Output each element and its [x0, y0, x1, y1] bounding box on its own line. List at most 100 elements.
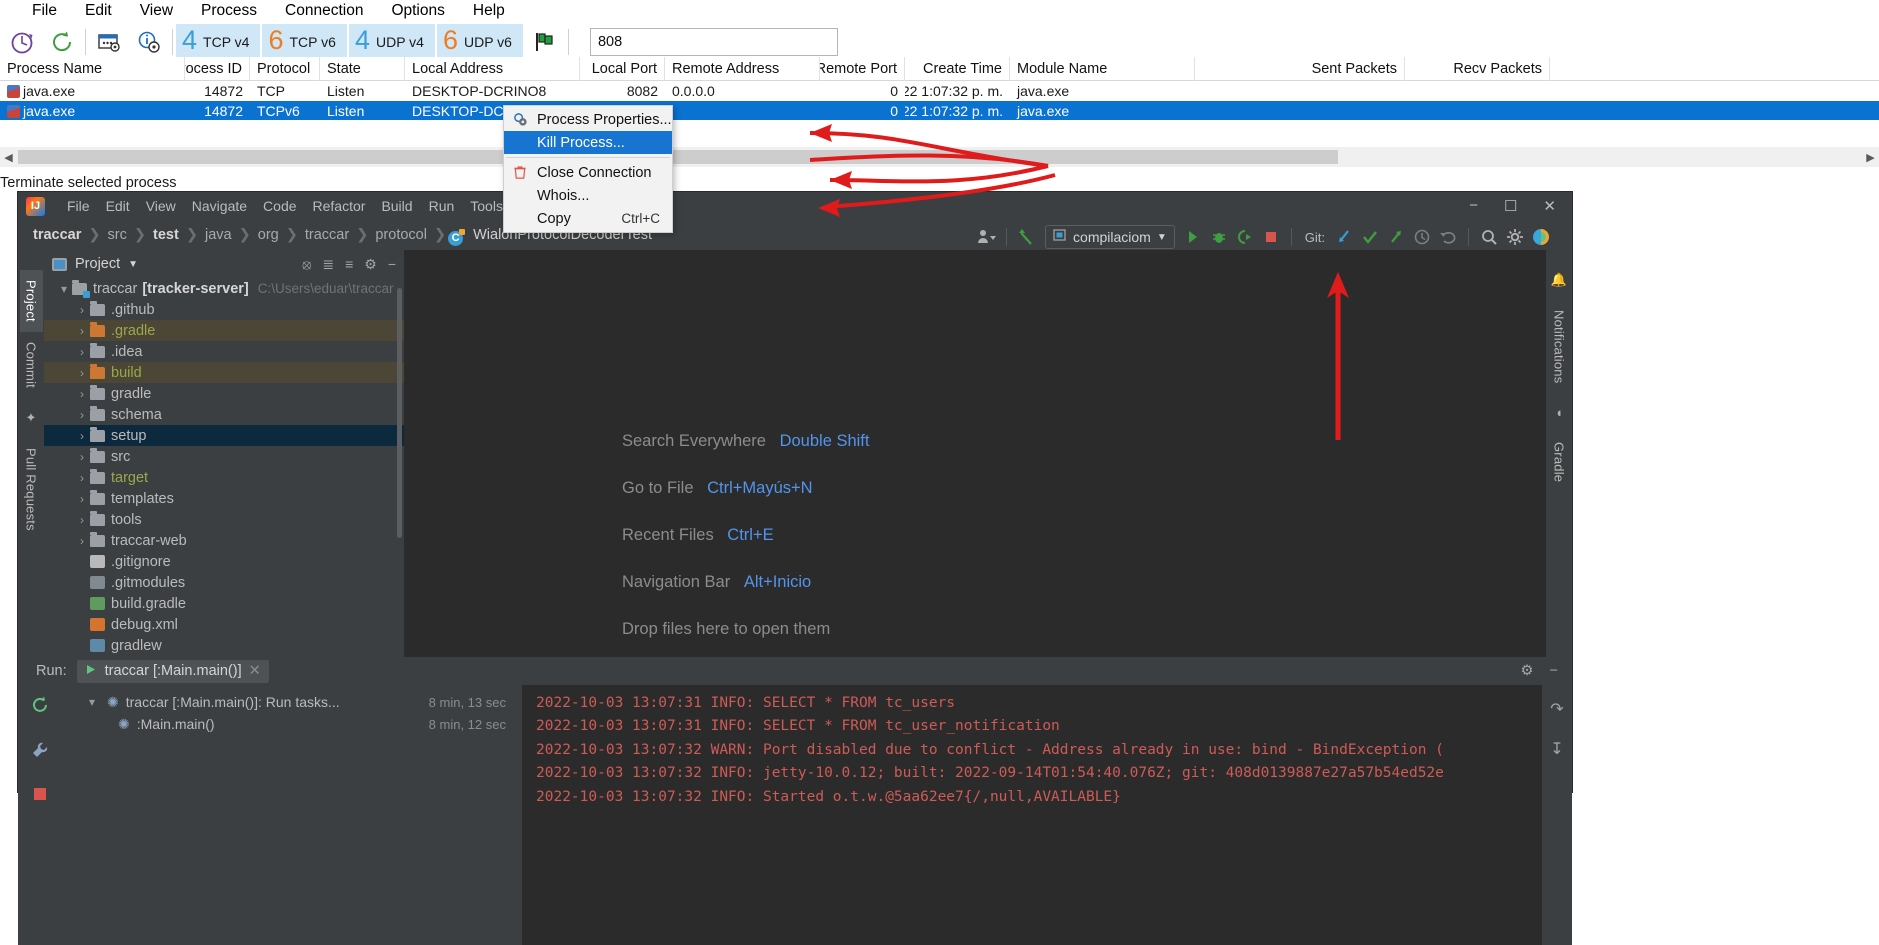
gradle-elephant-icon[interactable]: ◖: [1555, 405, 1563, 420]
run-coverage-icon[interactable]: [1232, 224, 1258, 250]
window-maximize-button[interactable]: ☐: [1504, 197, 1517, 215]
git-commit-icon[interactable]: [1357, 224, 1383, 250]
chevron-right-icon[interactable]: ›: [74, 471, 90, 485]
scrollbar-thumb[interactable]: [18, 150, 1338, 164]
run-icon[interactable]: [1180, 224, 1206, 250]
menu-connection[interactable]: Connection: [271, 0, 377, 23]
tree-node-target[interactable]: › target: [44, 467, 404, 488]
filter-udp-v4[interactable]: 4 UDP v4: [348, 23, 437, 60]
scroll-right-arrow[interactable]: ▶: [1862, 147, 1879, 167]
breadcrumb-traccar[interactable]: traccar: [28, 227, 86, 243]
filter-tcp-v6[interactable]: 6 TCP v6: [262, 23, 349, 60]
menu-item-copy[interactable]: Copy Ctrl+C: [504, 207, 672, 230]
chevron-right-icon[interactable]: ›: [74, 345, 90, 359]
debug-icon[interactable]: [1206, 224, 1232, 250]
project-panel-scrollbar[interactable]: [397, 288, 402, 538]
horizontal-scrollbar[interactable]: ◀ ▶: [0, 147, 1879, 167]
close-icon[interactable]: ✕: [249, 663, 261, 679]
col-process-name[interactable]: Process Name: [0, 56, 185, 81]
col-local-port[interactable]: Local Port: [580, 56, 665, 81]
sidebar-item-notifications[interactable]: Notifications: [1548, 300, 1571, 393]
chevron-right-icon[interactable]: ›: [74, 534, 90, 548]
tree-node-gradlew[interactable]: gradlew: [44, 635, 404, 656]
tree-node-traccar-root[interactable]: ▾ traccar [tracker-server] C:\Users\edua…: [44, 278, 404, 299]
refresh-clock-icon[interactable]: [2, 24, 42, 60]
table-row[interactable]: java.exe 14872 TCP Listen DESKTOP-DCRINO…: [0, 81, 1879, 101]
back-arrow-icon[interactable]: [1014, 224, 1040, 250]
search-icon[interactable]: [1476, 224, 1502, 250]
chevron-expanded-icon[interactable]: ▾: [84, 695, 100, 709]
settings-gear-icon[interactable]: [1502, 224, 1528, 250]
notifications-bell-icon[interactable]: 🔔: [1551, 272, 1567, 288]
run-console[interactable]: 2022-10-03 13:07:31 INFO: SELECT * FROM …: [522, 685, 1572, 945]
col-process-id[interactable]: Process ID: [185, 56, 250, 81]
run-task-root[interactable]: ▾ ✺ traccar [:Main.main()]: Run tasks...…: [62, 691, 522, 713]
breadcrumb-protocol[interactable]: protocol: [370, 227, 432, 243]
info-settings-icon[interactable]: [129, 24, 169, 60]
menu-edit[interactable]: Edit: [71, 0, 126, 23]
gear-icon[interactable]: ⚙: [364, 256, 377, 273]
idea-menu-file[interactable]: File: [59, 196, 98, 216]
commit-icon[interactable]: ✦: [26, 410, 37, 426]
flag-icon[interactable]: [525, 24, 565, 60]
sidebar-item-project[interactable]: Project: [19, 270, 43, 332]
idea-menu-build[interactable]: Build: [373, 196, 420, 216]
idea-menu-edit[interactable]: Edit: [98, 196, 138, 216]
chevron-right-icon[interactable]: ›: [74, 408, 90, 422]
sidebar-item-commit[interactable]: Commit: [20, 332, 43, 398]
scroll-left-arrow[interactable]: ◀: [0, 147, 17, 167]
col-local-address[interactable]: Local Address: [405, 56, 580, 81]
tree-node-gradle-dot[interactable]: › .gradle: [44, 320, 404, 341]
sidebar-item-pull-requests[interactable]: Pull Requests: [20, 438, 43, 541]
refresh-icon[interactable]: [42, 24, 82, 60]
gear-icon[interactable]: ⚙: [1521, 663, 1534, 679]
chevron-expanded-icon[interactable]: ▾: [56, 282, 72, 296]
minimize-icon[interactable]: −: [388, 256, 396, 272]
col-recv-packets[interactable]: Recv Packets: [1405, 56, 1550, 81]
col-remote-port[interactable]: Remote Port: [820, 56, 905, 81]
idea-menu-code[interactable]: Code: [255, 196, 304, 216]
chevron-right-icon[interactable]: ›: [74, 429, 90, 443]
tree-node-debug-xml[interactable]: debug.xml: [44, 614, 404, 635]
window-settings-icon[interactable]: [89, 24, 129, 60]
chevron-right-icon[interactable]: ›: [74, 492, 90, 506]
menu-item-kill-process[interactable]: Kill Process...: [504, 131, 672, 154]
tree-node-templates[interactable]: › templates: [44, 488, 404, 509]
chevron-right-icon[interactable]: ›: [74, 387, 90, 401]
menu-options[interactable]: Options: [377, 0, 458, 23]
ide-profile-icon[interactable]: [1528, 224, 1554, 250]
run-task-child[interactable]: ✺ :Main.main() 8 min, 12 sec: [62, 713, 522, 735]
stop-icon[interactable]: [1258, 224, 1284, 250]
history-icon[interactable]: [1409, 224, 1435, 250]
idea-menu-view[interactable]: View: [138, 196, 184, 216]
search-input[interactable]: 808: [589, 27, 838, 56]
tree-node-idea[interactable]: › .idea: [44, 341, 404, 362]
idea-menu-navigate[interactable]: Navigate: [184, 196, 255, 216]
chevron-down-icon[interactable]: ▼: [128, 259, 138, 270]
rerun-icon[interactable]: [30, 695, 50, 720]
chevron-right-icon[interactable]: ›: [74, 366, 90, 380]
tree-node-schema[interactable]: › schema: [44, 404, 404, 425]
chevron-right-icon[interactable]: ›: [74, 324, 90, 338]
soft-wrap-icon[interactable]: ↷: [1550, 699, 1563, 719]
col-sent-packets[interactable]: Sent Packets: [1195, 56, 1405, 81]
menu-file[interactable]: File: [18, 0, 71, 23]
git-push-icon[interactable]: [1383, 224, 1409, 250]
collapse-all-icon[interactable]: ≡: [345, 256, 353, 272]
chevron-right-icon[interactable]: ›: [74, 513, 90, 527]
run-configuration-selector[interactable]: compilaciom ▼: [1045, 225, 1175, 249]
menu-item-whois[interactable]: Whois...: [504, 184, 672, 207]
chevron-right-icon[interactable]: ›: [74, 303, 90, 317]
run-tab-main[interactable]: traccar [:Main.main()] ✕: [76, 659, 269, 683]
rollback-icon[interactable]: [1435, 224, 1461, 250]
locate-icon[interactable]: ⦻: [302, 256, 311, 273]
scrollbar-track[interactable]: [1339, 147, 1862, 167]
breadcrumb-src[interactable]: src: [103, 227, 132, 243]
breadcrumb-test[interactable]: test: [148, 227, 184, 243]
tree-node-setup[interactable]: › setup: [44, 425, 404, 446]
window-close-button[interactable]: ✕: [1543, 197, 1556, 215]
tree-node-gitmodules[interactable]: .gitmodules: [44, 572, 404, 593]
idea-menu-run[interactable]: Run: [421, 196, 463, 216]
breadcrumb-org[interactable]: org: [253, 227, 284, 243]
sidebar-item-gradle[interactable]: Gradle: [1548, 432, 1571, 492]
